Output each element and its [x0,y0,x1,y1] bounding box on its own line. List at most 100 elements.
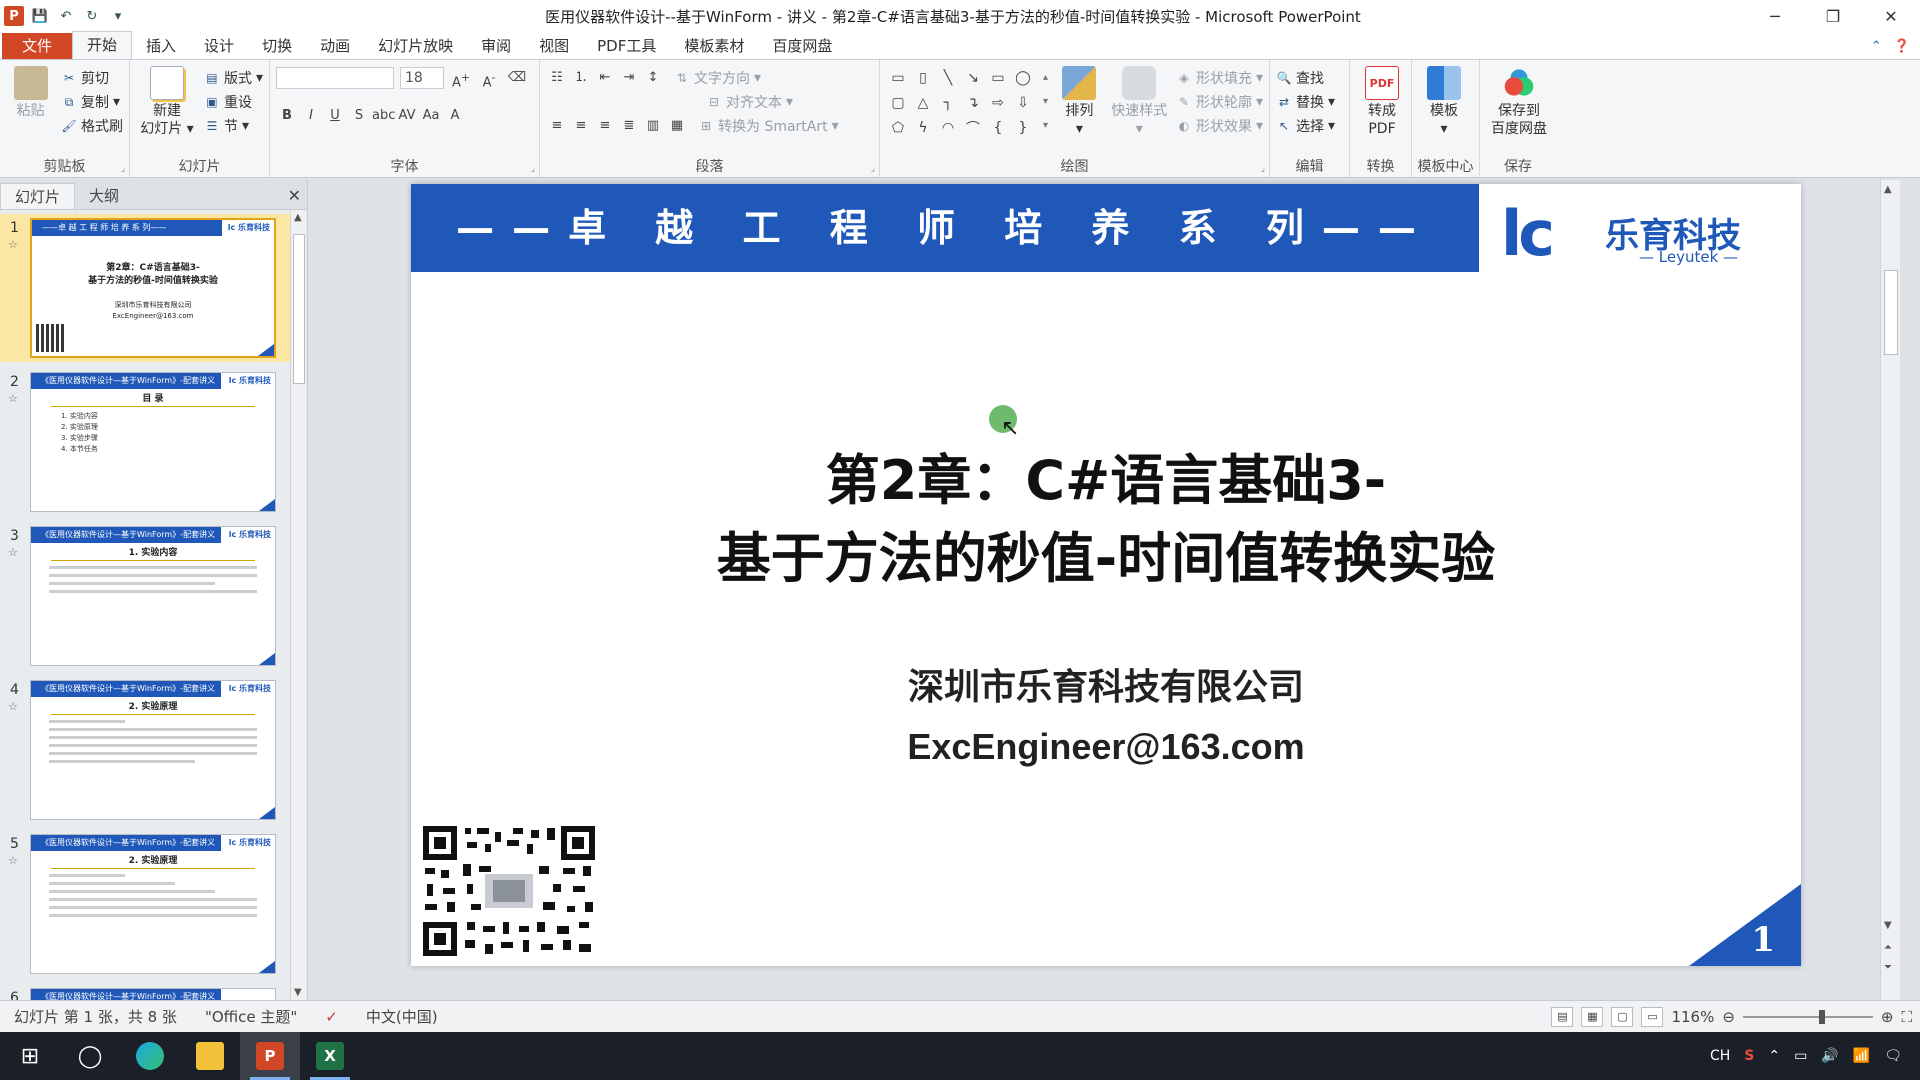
replace-button[interactable]: ⇄ 替换 ▾ [1276,90,1343,114]
tab-pdf-tools[interactable]: PDF工具 [583,33,670,59]
line-spacing-icon[interactable]: ↕ [642,67,664,89]
arc-shape-icon[interactable]: ◠ [936,116,960,140]
new-slide-button[interactable]: 新建 幻灯片 ▾ [136,66,198,138]
slide-scrollbar[interactable]: ▲ ▼ ⏶ ⏷ [1880,180,1900,1000]
arrow-line-icon[interactable]: ↘ [961,66,985,90]
zoom-in-icon[interactable]: ⊕ [1881,1008,1894,1026]
reset-button[interactable]: ▣ 重设 [204,90,263,114]
tab-template-assets[interactable]: 模板素材 [670,33,758,59]
drawing-launcher-icon[interactable]: ⌟ [1261,164,1265,174]
scroll-down-arrow[interactable]: ▼ [1884,920,1892,931]
font-color-icon[interactable]: A [444,105,466,127]
help-icon[interactable]: ❓ [1894,39,1910,54]
italic-icon[interactable]: I [300,105,322,127]
previous-slide-icon[interactable]: ⏶ [1884,942,1892,953]
powerpoint-taskbar-button[interactable]: P [240,1032,300,1080]
paragraph-launcher-icon[interactable]: ⌟ [871,164,875,174]
text-direction-button[interactable]: ⇅ 文字方向 ▾ [674,66,761,90]
left-brace-icon[interactable]: { [986,116,1010,140]
search-button[interactable]: ◯ [60,1032,120,1080]
lightning-shape-icon[interactable]: ϟ [911,116,935,140]
tab-transitions[interactable]: 切换 [248,33,306,59]
tab-design[interactable]: 设计 [190,33,248,59]
convert-pdf-button[interactable]: PDF 转成 PDF [1356,66,1408,138]
save-icon[interactable]: 💾 [30,6,50,26]
slideshow-view-button[interactable]: ▭ [1641,1006,1664,1027]
zoom-out-icon[interactable]: ⊖ [1722,1008,1735,1026]
tab-outline-pane[interactable]: 大纲 [75,183,133,209]
language-status[interactable]: 中文(中国) [352,1006,452,1027]
zoom-slider-knob[interactable] [1818,1009,1825,1024]
battery-icon[interactable]: ▭ [1794,1048,1807,1064]
convert-smartart-button[interactable]: ⊞ 转换为 SmartArt ▾ [698,114,839,138]
tab-animations[interactable]: 动画 [306,33,364,59]
align-left-icon[interactable]: ≡ [546,115,568,137]
triangle-shape-icon[interactable]: △ [911,91,935,115]
show-hidden-icons-icon[interactable]: ⌃ [1768,1048,1780,1064]
freeform-shape-icon[interactable]: ⬠ [886,116,910,140]
shapes-gallery[interactable]: ▭ ▯ ╲ ↘ ▭ ◯ ▢ △ ┐ ↴ ⇨ ⇩ ⬠ ϟ ◠ ⌒{} [886,66,1035,140]
quick-styles-button[interactable]: 快速样式 ▾ [1111,66,1168,140]
shape-fill-button[interactable]: ◈ 形状填充 ▾ [1176,66,1263,90]
volume-icon[interactable]: 🔊 [1821,1048,1838,1064]
distribute-icon[interactable]: ▥ [642,115,664,137]
reading-view-button[interactable]: ▢ [1611,1006,1634,1027]
slide-thumbnail-1[interactable]: 1 ☆ ——卓 越 工 程 师 培 养 系 列—— lc 乐育科技 第2章：C#… [0,214,290,362]
tab-home[interactable]: 开始 [72,31,133,59]
customize-qat-icon[interactable]: ▾ [108,6,128,26]
vertical-textbox-icon[interactable]: ▯ [911,66,935,90]
scroll-down-arrow[interactable]: ▼ [294,987,302,998]
zoom-slider[interactable] [1742,1007,1873,1027]
slide-thumbnail-6[interactable]: 6 《医用仪器软件设计—基于WinForm》-配套讲义 [0,984,290,1000]
scroll-up-arrow[interactable]: ▲ [294,212,302,223]
copy-button[interactable]: ⧉ 复制 ▾ [61,90,123,114]
font-name-combo[interactable] [276,67,394,89]
tab-slides-pane[interactable]: 幻灯片 [0,183,76,209]
network-icon[interactable]: 📶 [1853,1048,1870,1064]
elbow-connector-icon[interactable]: ┐ [936,91,960,115]
tab-insert[interactable]: 插入 [132,33,190,59]
sogou-ime-icon[interactable]: S [1744,1048,1754,1064]
company-name[interactable]: 深圳市乐育科技有限公司 [411,658,1801,710]
slide-sorter-button[interactable]: ▦ [1581,1006,1604,1027]
char-spacing-icon[interactable]: AV [396,105,418,127]
rectangle-shape-icon[interactable]: ▭ [986,66,1010,90]
tab-review[interactable]: 审阅 [467,33,525,59]
thumbnail-scrollbar[interactable]: ▲ ▼ [290,210,306,1000]
increase-indent-icon[interactable]: ⇥ [618,67,640,89]
notification-icon[interactable]: 🗨 [1884,1048,1902,1064]
file-explorer-taskbar-button[interactable] [180,1032,240,1080]
slide-thumbnail-2[interactable]: 2 ☆ 《医用仪器软件设计—基于WinForm》-配套讲义 lc 乐育科技 目 … [0,368,290,516]
right-arrow-shape-icon[interactable]: ⇨ [986,91,1010,115]
banner-text[interactable]: ——卓 越 工 程 师 培 养 系 列—— [411,184,1479,272]
right-brace-icon[interactable]: } [1011,116,1035,140]
clear-format-icon[interactable]: ⌫ [506,67,528,89]
layout-button[interactable]: ▤ 版式 ▾ [204,66,263,90]
powerpoint-app-icon[interactable]: P [4,6,24,26]
columns-icon[interactable]: ▦ [666,115,688,137]
restore-button[interactable]: ❐ [1804,0,1862,32]
next-slide-icon[interactable]: ⏷ [1884,962,1892,973]
align-center-icon[interactable]: ≡ [570,115,592,137]
slide-thumbnail-3[interactable]: 3 ☆ 《医用仪器软件设计—基于WinForm》-配套讲义 lc 乐育科技 1.… [0,522,290,670]
select-button[interactable]: ↖ 选择 ▾ [1276,114,1343,138]
shadow-text-icon[interactable]: abc [372,105,395,127]
shape-outline-button[interactable]: ✎ 形状轮廓 ▾ [1176,90,1263,114]
format-painter-button[interactable]: 🖌 格式刷 [61,114,123,138]
align-text-button[interactable]: ⊟ 对齐文本 ▾ [706,90,793,114]
tab-view[interactable]: 视图 [525,33,583,59]
qr-code[interactable] [423,826,595,956]
tab-baidu-netdisk[interactable]: 百度网盘 [758,33,846,59]
clipboard-launcher-icon[interactable]: ⌟ [121,164,125,174]
down-arrow-shape-icon[interactable]: ⇩ [1011,91,1035,115]
undo-icon[interactable]: ↶ [56,6,76,26]
elbow-arrow-icon[interactable]: ↴ [961,91,985,115]
start-button[interactable]: ⊞ [0,1032,60,1080]
paste-button[interactable]: 粘贴 [6,66,55,138]
minimize-ribbon-icon[interactable]: ⌃ [1871,39,1882,54]
oval-shape-icon[interactable]: ◯ [1011,66,1035,90]
bullets-icon[interactable]: ☷ [546,67,568,89]
curve-shape-icon[interactable]: ⌒ [961,116,985,140]
scroll-up-arrow[interactable]: ▲ [1884,184,1892,195]
minimize-button[interactable]: ─ [1746,0,1804,32]
